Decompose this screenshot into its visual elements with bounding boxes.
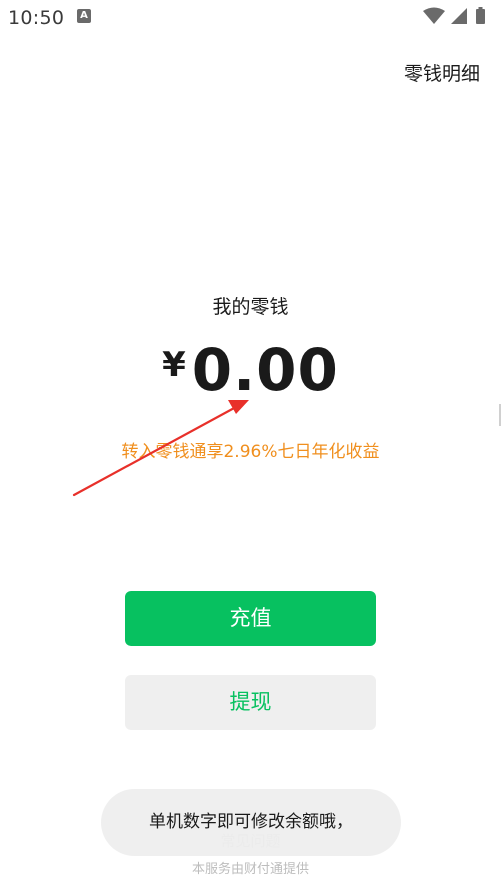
provider-text: 本服务由财付通提供: [191, 862, 309, 877]
balance-value: 0.00: [191, 336, 339, 404]
balance-amount: ¥0.00: [0, 336, 501, 404]
withdraw-button[interactable]: 提现: [125, 675, 376, 730]
notification-app-icon: A: [77, 9, 91, 23]
battery-icon: [476, 7, 485, 24]
toast-message: 单机数字即可修改余额哦，: [101, 789, 401, 856]
promo-link[interactable]: 转入零钱通享2.96%七日年化收益: [0, 437, 501, 462]
currency-symbol: ¥: [162, 345, 186, 385]
recharge-button[interactable]: 充值: [125, 591, 376, 646]
balance-label: 我的零钱: [212, 296, 289, 318]
cellular-signal-icon: [451, 8, 467, 24]
status-icons: [423, 7, 485, 24]
status-time: 10:50: [8, 7, 65, 29]
status-bar: 10:50 A: [0, 0, 501, 34]
wifi-icon: [423, 7, 445, 24]
change-details-link[interactable]: 零钱明细: [404, 59, 480, 86]
wallet-balance-screen: 10:50 A 零钱明细 我的零钱 ¥0.00 转入零钱通享2.96%七日年化收…: [0, 0, 501, 890]
